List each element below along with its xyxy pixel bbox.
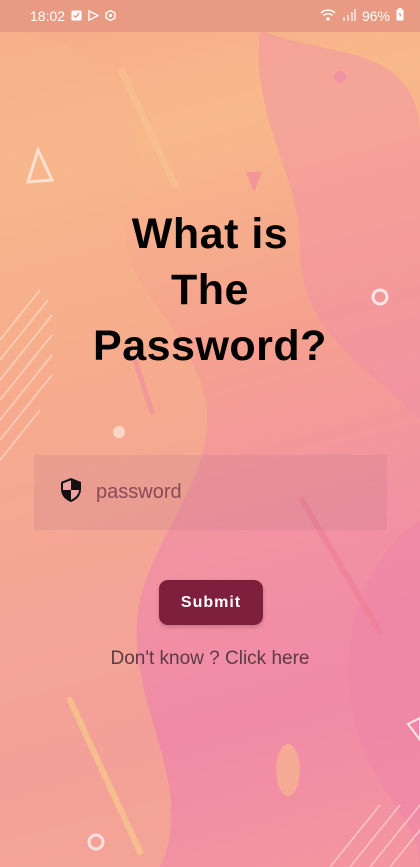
- status-bar: 18:02 96%: [0, 0, 420, 32]
- dont-know-link[interactable]: Don't know ? Click here: [0, 648, 420, 670]
- background-art: [0, 30, 420, 867]
- checkbox-notification-icon: [71, 8, 82, 24]
- play-store-icon: [88, 8, 100, 24]
- title-line-2: The: [171, 266, 249, 314]
- status-time: 18:02: [30, 8, 66, 24]
- submit-button[interactable]: Submit: [159, 580, 263, 625]
- settings-icon: [105, 8, 116, 24]
- password-field[interactable]: [34, 455, 387, 530]
- title-line-3: Password?: [93, 322, 327, 370]
- battery-charging-icon: [396, 8, 404, 24]
- battery-level: 96%: [361, 8, 390, 24]
- title-line-1: What is: [131, 210, 289, 258]
- page-title: What is The Password?: [0, 206, 420, 374]
- signal-icon: [342, 8, 356, 24]
- shield-icon: [60, 477, 82, 508]
- wifi-icon: [320, 8, 336, 24]
- password-input[interactable]: [94, 480, 358, 505]
